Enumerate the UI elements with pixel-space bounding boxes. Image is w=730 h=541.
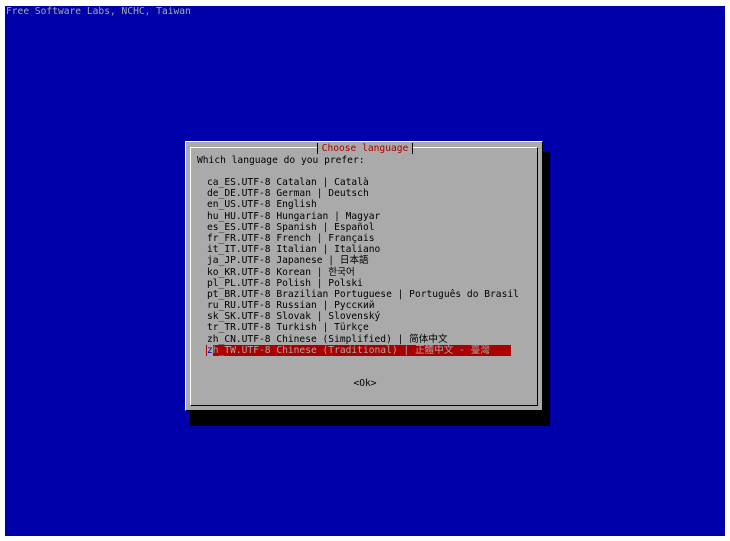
language-item[interactable]: fr_FR.UTF-8 French | Français xyxy=(206,233,520,244)
language-name: Korean | 한국어 xyxy=(270,266,355,278)
language-item[interactable]: ca_ES.UTF-8 Catalan | Català xyxy=(206,177,520,188)
language-code: hu_HU.UTF-8 xyxy=(207,210,271,222)
language-name: Catalan | Català xyxy=(270,177,369,188)
language-name: Spanish | Español xyxy=(270,221,375,233)
language-name: Russian | Русский xyxy=(270,300,375,312)
language-name: Chinese (Traditional) | 正體中文 - 臺灣 xyxy=(270,344,490,356)
console-screen: Free Software Labs, NCHC, Taiwan Choose … xyxy=(5,6,725,536)
language-name: English xyxy=(270,199,317,211)
language-name: Polish | Polski xyxy=(270,277,363,289)
language-name: Brazilian Portuguese | Português do Bras… xyxy=(270,288,519,300)
language-dialog: Choose language Which language do you pr… xyxy=(185,141,543,411)
language-code: zh_CN.UTF-8 xyxy=(207,333,271,345)
dialog-prompt: Which language do you prefer: xyxy=(197,155,365,166)
language-name: Chinese (Simplified) | 简体中文 xyxy=(270,333,448,345)
language-item-selected[interactable]: zh_TW.UTF-8 Chinese (Traditional) | 正體中文… xyxy=(206,344,511,356)
language-name: Japanese | 日本語 xyxy=(270,255,369,267)
language-code: ca_ES.UTF-8 xyxy=(207,177,271,188)
language-code: pt_BR.UTF-8 xyxy=(207,288,271,300)
language-name: Turkish | Türkçe xyxy=(270,322,369,334)
language-code: ja_JP.UTF-8 xyxy=(207,255,271,267)
language-item[interactable]: pl_PL.UTF-8 Polish | Polski xyxy=(206,278,520,289)
language-code: fr_FR.UTF-8 xyxy=(207,232,271,244)
language-item[interactable]: it_IT.UTF-8 Italian | Italiano xyxy=(206,244,520,255)
language-name: Hungarian | Magyar xyxy=(270,210,381,222)
language-code: es_ES.UTF-8 xyxy=(207,221,271,233)
language-item[interactable]: es_ES.UTF-8 Spanish | Español xyxy=(206,222,520,233)
language-menu: ca_ES.UTF-8 Catalan | Català de_DE.UTF-8 … xyxy=(206,177,520,356)
language-code: it_IT.UTF-8 xyxy=(207,244,271,256)
language-code: sk_SK.UTF-8 xyxy=(207,311,271,323)
language-item[interactable]: ru_RU.UTF-8 Russian | Русский xyxy=(206,300,520,311)
language-item[interactable]: zh_CN.UTF-8 Chinese (Simplified) | 简体中文 xyxy=(206,334,520,345)
language-code: pl_PL.UTF-8 xyxy=(207,277,271,289)
language-code: en_US.UTF-8 xyxy=(207,199,271,211)
language-item[interactable]: de_DE.UTF-8 German | Deutsch xyxy=(206,188,520,199)
dialog-title: Choose language xyxy=(316,143,414,154)
language-item[interactable]: tr_TR.UTF-8 Turkish | Türkçe xyxy=(206,322,520,333)
language-item[interactable]: sk_SK.UTF-8 Slovak | Slovenský xyxy=(206,311,520,322)
language-code: h_TW.UTF-8 xyxy=(212,344,271,356)
language-code: ru_RU.UTF-8 xyxy=(207,300,271,312)
backtitle: Free Software Labs, NCHC, Taiwan xyxy=(6,6,191,17)
language-name: German | Deutsch xyxy=(270,188,369,200)
language-item[interactable]: hu_HU.UTF-8 Hungarian | Magyar xyxy=(206,211,520,222)
language-code: ko_KR.UTF-8 xyxy=(207,266,271,278)
language-item[interactable]: ja_JP.UTF-8 Japanese | 日本語 xyxy=(206,255,520,266)
dialog-title-wrap: Choose language xyxy=(186,138,544,156)
language-code: tr_TR.UTF-8 xyxy=(207,322,271,334)
language-item[interactable]: ko_KR.UTF-8 Korean | 한국어 xyxy=(206,267,520,278)
language-item[interactable]: en_US.UTF-8 English xyxy=(206,199,520,210)
language-name: French | Français xyxy=(270,232,375,244)
language-item[interactable]: pt_BR.UTF-8 Brazilian Portuguese | Portu… xyxy=(206,289,520,300)
language-name: Slovak | Slovenský xyxy=(270,311,381,323)
ok-button[interactable]: <Ok> xyxy=(186,378,544,389)
language-code: de_DE.UTF-8 xyxy=(207,188,271,200)
language-name: Italian | Italiano xyxy=(270,244,381,256)
